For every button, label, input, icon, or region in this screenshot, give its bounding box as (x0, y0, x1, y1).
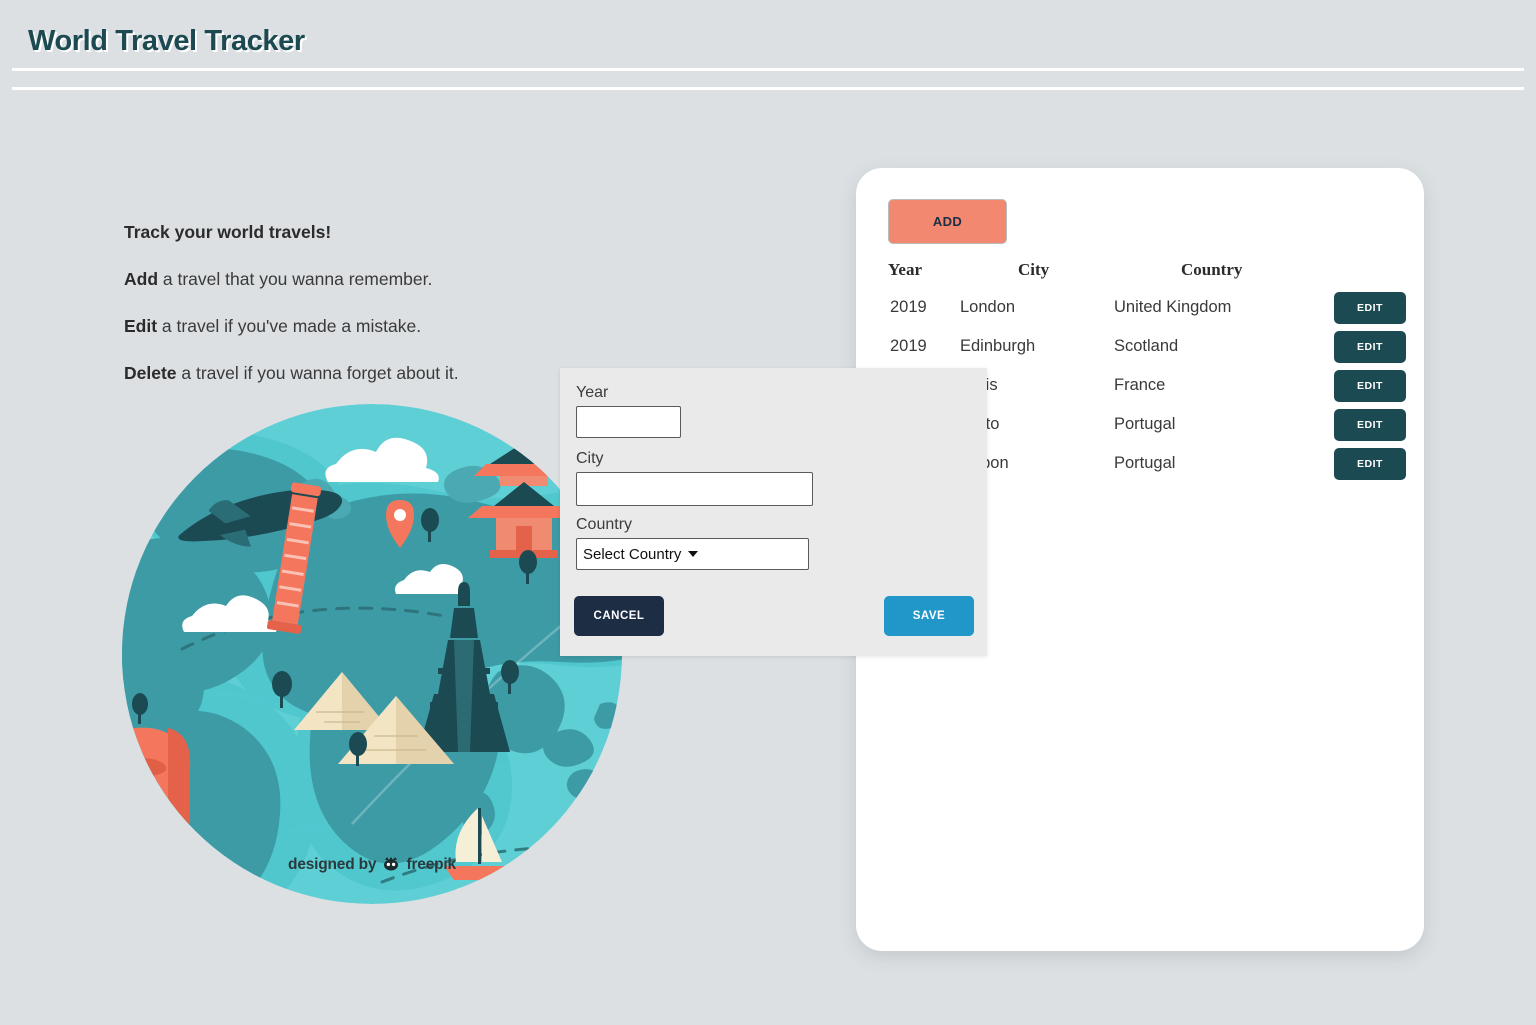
chevron-down-icon (688, 551, 699, 557)
page-title: World Travel Tracker (28, 25, 305, 57)
freepik-credit: designed by freepik (122, 856, 622, 876)
world-globe-illustration: designed by freepik (122, 404, 622, 904)
country-select-value: Select Country (583, 545, 682, 563)
intro-line-edit-rest: a travel if you've made a mistake. (157, 315, 422, 336)
save-button[interactable]: SAVE (884, 596, 974, 636)
column-header-country: Country (1181, 260, 1243, 279)
cell-year: 2019 (890, 298, 927, 316)
year-input[interactable] (576, 406, 681, 438)
header-divider-bottom (12, 87, 1524, 90)
city-input[interactable] (576, 472, 813, 506)
travel-form-modal: Year City Country Select Country CANCEL … (560, 368, 987, 656)
header-divider-top (12, 68, 1524, 71)
freepik-brand: freepik (406, 856, 457, 873)
app-header: World Travel Tracker (0, 0, 1536, 90)
intro-line-add-rest: a travel that you wanna remember. (158, 268, 433, 289)
cancel-button[interactable]: CANCEL (574, 596, 664, 636)
freepik-credit-prefix: designed by (288, 856, 377, 873)
cell-country: Portugal (1114, 454, 1176, 472)
cell-city: Edinburgh (960, 337, 1036, 355)
intro-line-add: Add a travel that you wanna remember. (124, 269, 644, 291)
freepik-logo-icon (383, 856, 399, 876)
intro-line-add-keyword: Add (124, 268, 159, 289)
country-label: Country (576, 516, 633, 533)
cell-country: Portugal (1114, 415, 1176, 433)
table-row: 2019 London United Kingdom EDIT (888, 292, 1406, 331)
table-header-row: Year City Country (888, 260, 1398, 292)
country-select[interactable]: Select Country (576, 538, 809, 570)
edit-button[interactable]: EDIT (1334, 448, 1406, 480)
table-row: 2019 Edinburgh Scotland EDIT (888, 331, 1406, 370)
cell-year: 2019 (890, 337, 927, 355)
intro-line-delete-rest: a travel if you wanna forget about it. (176, 362, 459, 383)
intro-line-edit: Edit a travel if you've made a mistake. (124, 316, 644, 338)
intro-heading: Track your world travels! (124, 222, 332, 242)
column-header-city: City (1018, 260, 1050, 279)
cell-country: France (1114, 376, 1166, 394)
city-label: City (576, 450, 604, 467)
intro-line-edit-keyword: Edit (124, 315, 158, 336)
cell-country: Scotland (1114, 337, 1179, 355)
globe-svg (122, 404, 622, 904)
edit-button[interactable]: EDIT (1334, 292, 1406, 324)
cell-country: United Kingdom (1114, 298, 1232, 316)
add-button[interactable]: ADD (888, 199, 1007, 244)
intro-line-delete-keyword: Delete (124, 362, 177, 383)
cell-city: London (960, 298, 1016, 316)
column-header-year: Year (888, 260, 922, 279)
app-root: World Travel Tracker Track your world tr… (0, 0, 1536, 1025)
edit-button[interactable]: EDIT (1334, 370, 1406, 402)
year-label: Year (576, 384, 609, 401)
edit-button[interactable]: EDIT (1334, 409, 1406, 441)
edit-button[interactable]: EDIT (1334, 331, 1406, 363)
